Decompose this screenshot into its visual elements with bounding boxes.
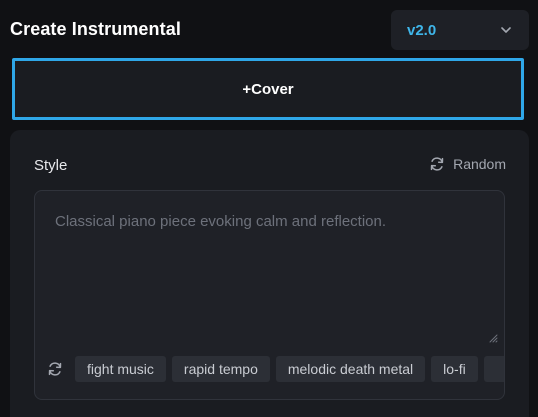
- resize-handle-icon[interactable]: [488, 333, 498, 343]
- style-label: Style: [34, 157, 68, 174]
- version-value: v2.0: [407, 21, 437, 39]
- style-tags-row: fight music rapid tempo melodic death me…: [35, 355, 504, 383]
- page-title: Create Instrumental: [10, 19, 181, 39]
- add-cover-button[interactable]: +Cover: [12, 58, 524, 120]
- cover-button-label: +Cover: [242, 80, 294, 98]
- random-button[interactable]: Random: [429, 156, 506, 172]
- version-select[interactable]: v2.0: [391, 10, 529, 50]
- style-tag[interactable]: [483, 356, 504, 382]
- create-instrumental-screen: Create Instrumental v2.0 +Cover Style Ra…: [0, 0, 538, 417]
- chevron-down-icon: [501, 27, 511, 33]
- refresh-icon: [430, 157, 444, 171]
- style-tag[interactable]: fight music: [75, 356, 166, 382]
- random-label: Random: [453, 156, 506, 172]
- style-tag[interactable]: rapid tempo: [171, 356, 270, 382]
- refresh-tags-icon[interactable]: [47, 361, 63, 377]
- style-tag[interactable]: melodic death metal: [275, 356, 426, 382]
- style-panel: Style Random Classical piano piece evoki…: [10, 130, 529, 417]
- style-textarea-placeholder: Classical piano piece evoking calm and r…: [55, 213, 387, 230]
- header: Create Instrumental v2.0: [0, 0, 538, 58]
- style-tag[interactable]: lo-fi: [431, 356, 478, 382]
- style-textarea[interactable]: Classical piano piece evoking calm and r…: [34, 190, 505, 400]
